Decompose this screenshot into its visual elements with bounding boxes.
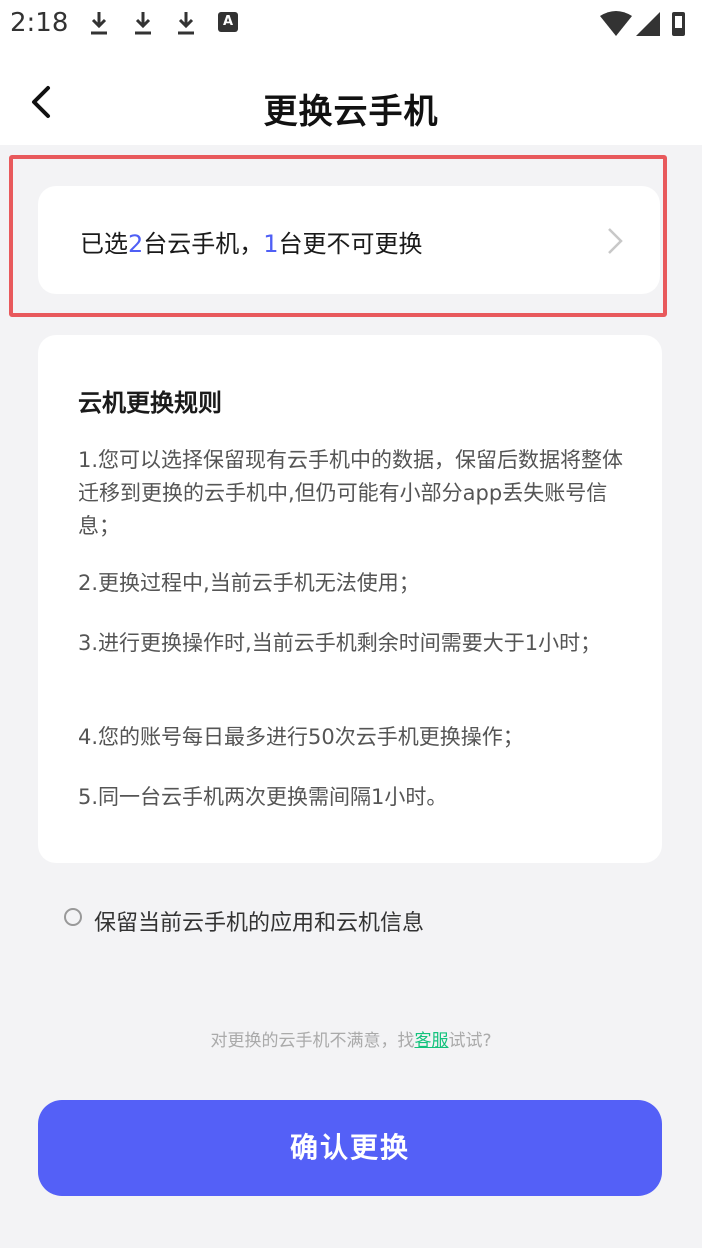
keep-data-radio[interactable] bbox=[64, 908, 82, 926]
download-icon bbox=[178, 12, 194, 35]
rule-item: 1.您可以选择保留现有云手机中的数据，保留后数据将整体迁移到更换的云手机中,但仍… bbox=[78, 448, 624, 538]
status-bar: 2:18 A bbox=[0, 0, 702, 50]
app-bar: 更换云手机 bbox=[0, 50, 702, 145]
download-icon bbox=[135, 12, 151, 35]
a-notification-icon: A bbox=[218, 12, 238, 32]
rule-item: 3.进行更换操作时,当前云手机剩余时间需要大于1小时； bbox=[78, 631, 602, 655]
rules-card: 云机更换规则 1.您可以选择保留现有云手机中的数据，保留后数据将整体迁移到更换的… bbox=[38, 335, 662, 863]
customer-service-link[interactable]: 客服 bbox=[414, 1031, 448, 1051]
wifi-icon bbox=[600, 11, 632, 36]
rule-item: 4.您的账号每日最多进行50次云手机更换操作； bbox=[78, 725, 524, 749]
page-title: 更换云手机 bbox=[263, 92, 439, 132]
download-icon bbox=[91, 12, 107, 35]
keep-data-label: 保留当前云手机的应用和云机信息 bbox=[94, 911, 425, 936]
hint-suffix: 试试? bbox=[448, 1031, 492, 1051]
rule-item: 5.同一台云手机两次更换需间隔1小时。 bbox=[78, 785, 448, 809]
system-status-icons bbox=[600, 11, 685, 36]
signal-icon bbox=[636, 12, 660, 36]
support-hint: 对更换的云手机不满意，找客服试试? bbox=[0, 1026, 702, 1051]
highlight-frame bbox=[9, 155, 667, 317]
hint-prefix: 对更换的云手机不满意，找 bbox=[210, 1031, 415, 1051]
confirm-change-button[interactable]: 确认更换 bbox=[38, 1100, 662, 1196]
status-time: 2:18 bbox=[10, 8, 69, 38]
rules-title: 云机更换规则 bbox=[78, 389, 222, 417]
rule-item: 2.更换过程中,当前云手机无法使用； bbox=[78, 571, 420, 595]
